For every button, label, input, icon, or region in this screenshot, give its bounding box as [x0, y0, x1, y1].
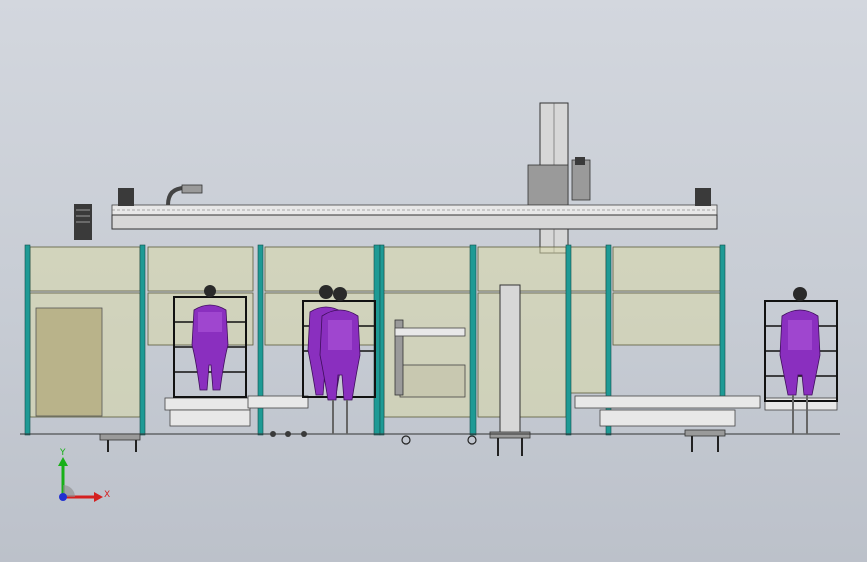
cad-viewport[interactable]: Y X	[0, 0, 867, 562]
mannequin-right	[779, 287, 821, 434]
x-axis-label: X	[104, 490, 110, 500]
y-axis-label: Y	[59, 448, 66, 458]
gantry-column	[527, 102, 591, 254]
assembly-drawing: Y X	[20, 102, 840, 502]
coordinate-triad: Y X	[58, 448, 110, 502]
gantry-beam	[74, 184, 718, 240]
